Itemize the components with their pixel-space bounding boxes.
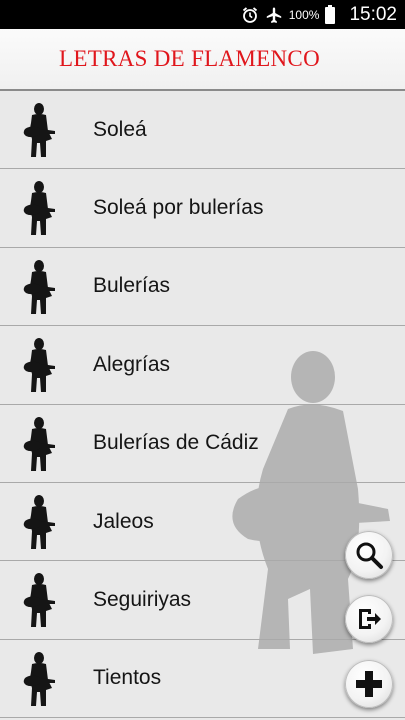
list-item-label: Soleá por bulerías	[93, 196, 264, 220]
list-item-label: Bulerías de Cádiz	[93, 431, 259, 455]
guitarist-icon	[23, 338, 55, 393]
share-icon	[359, 609, 381, 629]
list-item[interactable]: Alegrías	[0, 326, 405, 405]
add-button[interactable]	[345, 660, 393, 708]
list-item[interactable]: Tientos	[0, 640, 405, 719]
battery-icon	[325, 5, 336, 24]
search-button[interactable]	[345, 531, 393, 579]
list-item[interactable]: Soleá por bulerías	[0, 169, 405, 248]
list-item-label: Alegrías	[93, 352, 171, 376]
alarm-icon	[241, 6, 259, 24]
list-item[interactable]: Seguiriyas	[0, 561, 405, 640]
airplane-mode-icon	[265, 6, 283, 24]
guitarist-icon	[23, 259, 55, 314]
list-item[interactable]: Bulerías	[0, 248, 405, 327]
guitarist-icon	[23, 494, 55, 549]
battery-percent: 100%	[288, 7, 320, 22]
list-item[interactable]: Jaleos	[0, 483, 405, 562]
list-item[interactable]: Soleá	[0, 91, 405, 170]
add-icon	[356, 671, 382, 697]
palo-list: Soleá Soleá por bulerías Bulerías Alegrí…	[0, 91, 405, 720]
guitarist-icon	[23, 416, 55, 471]
share-button[interactable]	[345, 595, 393, 643]
guitarist-icon	[23, 573, 55, 628]
status-bar: 100% 15:02	[0, 0, 405, 29]
clock: 15:02	[349, 3, 397, 25]
list-item-label: Jaleos	[93, 509, 154, 533]
search-icon	[356, 542, 383, 569]
list-item-label: Bulerías	[93, 274, 171, 298]
guitarist-icon	[23, 181, 55, 236]
app-header: LETRAS DE FLAMENCO	[0, 29, 405, 91]
list-item-label: Seguiriyas	[93, 588, 192, 612]
guitarist-icon	[23, 103, 55, 157]
list-item[interactable]: Bulerías de Cádiz	[0, 405, 405, 483]
list-item-label: Tientos	[93, 666, 162, 690]
page-title: LETRAS DE FLAMENCO	[59, 46, 320, 71]
guitarist-icon	[23, 651, 55, 706]
list-item-label: Soleá	[93, 117, 147, 141]
